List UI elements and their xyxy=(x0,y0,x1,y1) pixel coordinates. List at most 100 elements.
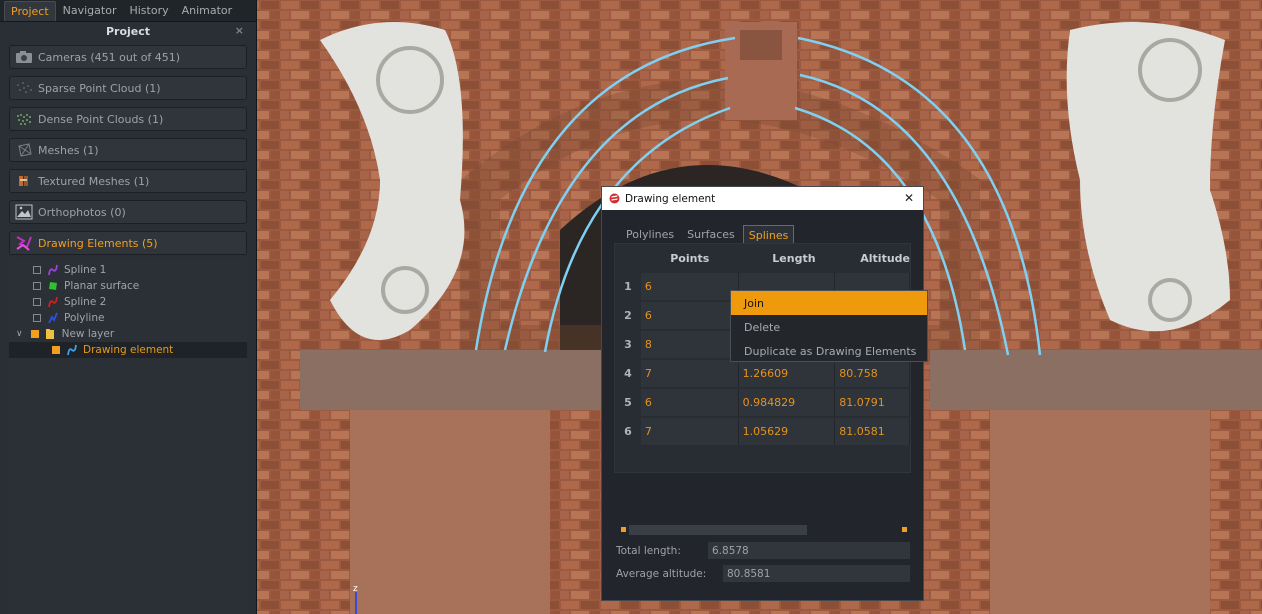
panel-tabs: Project Navigator History Animator xyxy=(0,0,256,22)
column-header-altitude[interactable]: Altitude xyxy=(835,252,910,265)
tab-surfaces[interactable]: Surfaces xyxy=(682,225,740,245)
visibility-checkbox[interactable] xyxy=(33,266,41,274)
table-row[interactable]: 4 7 1.26609 80.758 xyxy=(615,359,910,388)
row-number: 6 xyxy=(624,425,632,438)
total-length-value: 6.8578 xyxy=(708,542,910,559)
orthophoto-icon xyxy=(14,204,34,220)
visibility-checkbox[interactable] xyxy=(33,314,41,322)
scroll-right-handle[interactable] xyxy=(902,527,907,532)
menu-item-duplicate-as-drawing-elements[interactable]: Duplicate as Drawing Elements xyxy=(731,339,927,363)
row-number: 2 xyxy=(624,309,632,322)
cell-points[interactable]: 8 xyxy=(640,331,739,358)
tab-animator[interactable]: Animator xyxy=(176,1,239,20)
tree-item-spline-1[interactable]: Spline 1 xyxy=(9,262,247,278)
tree-item-label: Drawing element xyxy=(83,344,174,356)
close-icon[interactable]: ✕ xyxy=(904,191,914,205)
cell-altitude[interactable]: 80.758 xyxy=(835,360,910,387)
panel-title-text: Project xyxy=(105,25,151,38)
tree-item-label: Planar surface xyxy=(64,280,140,292)
chevron-down-icon[interactable]: ∨ xyxy=(16,329,23,339)
visibility-checkbox[interactable] xyxy=(33,282,41,290)
camera-icon xyxy=(14,49,34,65)
panel-close-icon[interactable]: × xyxy=(235,24,244,37)
category-meshes[interactable]: Meshes (1) xyxy=(9,138,247,162)
sparse-cloud-icon xyxy=(14,80,34,96)
category-drawing-elements[interactable]: Drawing Elements (5) xyxy=(9,231,247,255)
column-header-length[interactable]: Length xyxy=(739,252,836,265)
average-altitude-label: Average altitude: xyxy=(616,567,707,580)
category-label: Orthophotos (0) xyxy=(38,205,126,219)
row-number: 1 xyxy=(624,280,632,293)
row-number: 5 xyxy=(624,396,632,409)
tab-history[interactable]: History xyxy=(123,1,174,20)
mesh-icon xyxy=(14,142,34,158)
category-textured-meshes[interactable]: Textured Meshes (1) xyxy=(9,169,247,193)
category-label: Drawing Elements (5) xyxy=(38,236,158,250)
category-cameras[interactable]: Cameras (451 out of 451) xyxy=(9,45,247,69)
cell-points[interactable]: 7 xyxy=(640,360,739,387)
tree-item-drawing-element[interactable]: Drawing element xyxy=(9,342,247,358)
scroll-thumb[interactable] xyxy=(629,525,807,535)
horizontal-scrollbar[interactable] xyxy=(621,525,911,535)
visibility-checkbox[interactable] xyxy=(33,298,41,306)
visibility-checkbox[interactable] xyxy=(30,330,39,338)
cell-altitude[interactable]: 81.0791 xyxy=(835,389,910,416)
cell-length[interactable]: 1.26609 xyxy=(738,360,836,387)
tree-item-planar-surface[interactable]: Planar surface xyxy=(9,278,247,294)
drawing-element-dialog: Drawing element ✕ Polylines Surfaces Spl… xyxy=(601,186,924,601)
total-length-row: Total length: 6.8578 xyxy=(616,542,910,559)
cell-points[interactable]: 6 xyxy=(640,302,739,329)
spline-icon xyxy=(47,296,58,308)
folder-icon xyxy=(45,328,56,340)
tree-item-label: Spline 2 xyxy=(64,296,107,308)
cell-points[interactable]: 6 xyxy=(640,273,739,300)
category-label: Meshes (1) xyxy=(38,143,99,157)
polyline-icon xyxy=(47,312,58,324)
tab-project[interactable]: Project xyxy=(4,0,56,21)
textured-mesh-icon xyxy=(14,173,34,189)
category-label: Sparse Point Cloud (1) xyxy=(38,81,161,95)
category-label: Textured Meshes (1) xyxy=(38,174,150,188)
cell-length[interactable]: 0.984829 xyxy=(738,389,836,416)
total-length-label: Total length: xyxy=(616,544,681,557)
menu-item-delete[interactable]: Delete xyxy=(731,315,927,339)
tree-item-label: Spline 1 xyxy=(64,264,107,276)
cell-points[interactable]: 6 xyxy=(640,389,739,416)
average-altitude-value: 80.8581 xyxy=(723,565,910,582)
app-logo-icon xyxy=(609,193,620,204)
panel-title: Project × xyxy=(0,22,256,41)
menu-item-join[interactable]: Join xyxy=(731,291,927,315)
tab-navigator[interactable]: Navigator xyxy=(57,1,123,20)
category-label: Cameras (451 out of 451) xyxy=(38,50,181,64)
cell-points[interactable]: 7 xyxy=(640,418,739,445)
cell-altitude[interactable]: 81.0581 xyxy=(835,418,910,445)
scroll-left-handle[interactable] xyxy=(621,527,626,532)
category-label: Dense Point Clouds (1) xyxy=(38,112,164,126)
table-row[interactable]: 6 7 1.05629 81.0581 xyxy=(615,417,910,446)
surface-icon xyxy=(47,280,58,292)
table-row[interactable]: 5 6 0.984829 81.0791 xyxy=(615,388,910,417)
axis-z-label: z xyxy=(353,584,358,594)
average-altitude-row: Average altitude: 80.8581 xyxy=(616,565,910,582)
tree-item-label: Polyline xyxy=(64,312,105,324)
tree-item-polyline[interactable]: Polyline xyxy=(9,310,247,326)
category-sparse-point-cloud[interactable]: Sparse Point Cloud (1) xyxy=(9,76,247,100)
spline-icon xyxy=(47,264,58,276)
visibility-checkbox[interactable] xyxy=(52,346,60,354)
drawing-elements-tree: Spline 1 Planar surface Spline 2 Polylin… xyxy=(9,262,247,614)
project-panel: Project Navigator History Animator Proje… xyxy=(0,0,257,614)
cell-length[interactable]: 1.05629 xyxy=(738,418,836,445)
dialog-tabs: Polylines Surfaces Splines xyxy=(621,225,797,245)
spline-icon xyxy=(66,344,77,356)
category-orthophotos[interactable]: Orthophotos (0) xyxy=(9,200,247,224)
context-menu: Join Delete Duplicate as Drawing Element… xyxy=(730,290,928,362)
tab-polylines[interactable]: Polylines xyxy=(621,225,679,245)
tree-item-new-layer[interactable]: ∨ New layer xyxy=(9,326,247,342)
drawing-elements-icon xyxy=(14,235,34,251)
dialog-title: Drawing element xyxy=(625,192,716,205)
tab-splines[interactable]: Splines xyxy=(742,225,795,245)
category-dense-point-clouds[interactable]: Dense Point Clouds (1) xyxy=(9,107,247,131)
tree-item-spline-2[interactable]: Spline 2 xyxy=(9,294,247,310)
column-header-points[interactable]: Points xyxy=(641,252,739,265)
tree-item-label: New layer xyxy=(61,328,115,340)
